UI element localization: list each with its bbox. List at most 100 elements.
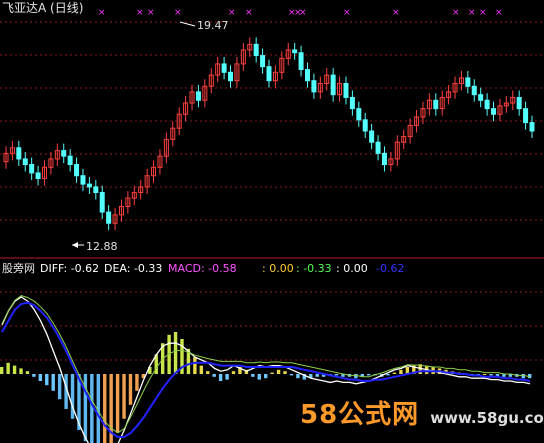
- macd-bar: [231, 371, 236, 374]
- candle-body: [298, 52, 304, 71]
- macd-bar: [264, 374, 268, 379]
- macd-bar: [193, 357, 197, 374]
- macd-bar: [218, 374, 223, 381]
- candle-body: [381, 152, 387, 166]
- signal-mark: ×: [392, 8, 400, 18]
- watermark-url: www.58gu.com: [430, 409, 544, 427]
- candle-body: [86, 183, 92, 188]
- candle-body: [529, 122, 535, 132]
- candle-body: [356, 108, 362, 121]
- watermark: 58公式网 www.58gu.com: [300, 394, 544, 431]
- macd-bar: [173, 332, 178, 374]
- high-price-label: 19.47: [197, 19, 229, 32]
- candle-body: [484, 99, 490, 110]
- macd-bar: [19, 368, 23, 374]
- macd-bar: [122, 374, 126, 419]
- candle-body: [433, 99, 439, 110]
- macd-bar: [489, 374, 493, 376]
- diff-value: DIFF: -0.62: [40, 262, 100, 275]
- candle-body: [491, 108, 497, 115]
- indicator-name: 股旁网: [2, 262, 35, 275]
- macd-bar: [12, 365, 17, 374]
- macd-bar: [482, 374, 487, 375]
- macd-bar: [283, 371, 287, 374]
- candle-body: [343, 82, 349, 98]
- candle-body: [523, 108, 529, 124]
- candle-body: [471, 85, 477, 96]
- macd-bar: [128, 374, 133, 405]
- candle-body: [80, 175, 86, 185]
- macd-bar: [70, 374, 75, 419]
- chart-title: 飞亚达A (日线): [2, 1, 84, 15]
- candle-body: [74, 164, 80, 177]
- candle-body: [260, 55, 266, 68]
- signal-mark: ×: [495, 8, 503, 18]
- macd-bar: [315, 374, 319, 377]
- signal-mark: ×: [228, 8, 236, 18]
- macd-bar: [270, 372, 274, 374]
- macd-value: MACD: -0.58: [168, 262, 237, 275]
- candle-body: [375, 141, 381, 154]
- macd-bar: [225, 374, 229, 380]
- candle-body: [228, 71, 234, 82]
- candle-body: [362, 119, 368, 132]
- macd-bar: [32, 374, 36, 377]
- candle-body: [266, 66, 272, 82]
- macd-bar: [399, 369, 403, 374]
- stock-chart-canvas[interactable]: [0, 0, 544, 443]
- macd-bar: [0, 367, 4, 374]
- candle-body: [16, 147, 22, 160]
- macd-bar: [199, 365, 204, 374]
- macd-bar: [257, 374, 261, 380]
- candle-body: [465, 77, 471, 87]
- candle-body: [311, 80, 317, 93]
- candle-body: [516, 96, 522, 110]
- low-arrow-icon: [72, 242, 78, 248]
- candle-body: [292, 49, 298, 54]
- high-pointer: [179, 21, 196, 27]
- macd-bar: [103, 374, 107, 443]
- candle-body: [349, 96, 355, 110]
- macd-bar: [206, 371, 210, 374]
- signal-mark: ×: [136, 8, 144, 18]
- signal-mark: ×: [343, 8, 351, 18]
- macd-bar: [38, 374, 43, 381]
- macd-bar: [115, 374, 120, 433]
- macd-bar: [521, 374, 525, 379]
- value-2: : -0.33: [296, 262, 332, 275]
- macd-bar: [25, 371, 30, 374]
- candle-body: [29, 164, 35, 174]
- candle-body: [22, 158, 28, 166]
- macd-bar: [51, 374, 55, 391]
- macd-bar: [392, 372, 397, 374]
- signal-mark: ×: [299, 8, 307, 18]
- macd-bar: [212, 374, 216, 377]
- macd-bar: [45, 374, 49, 386]
- macd-bar: [90, 374, 94, 443]
- candle-body: [35, 172, 41, 180]
- macd-bar: [289, 374, 294, 376]
- candle-body: [369, 130, 375, 143]
- macd-bar: [6, 362, 10, 374]
- candlestick-series: [3, 37, 535, 231]
- macd-bar: [135, 374, 139, 391]
- value-1: : 0.00: [262, 262, 294, 275]
- low-price-label: 12.88: [86, 240, 118, 253]
- macd-bar: [296, 374, 300, 379]
- dea-value: DEA: -0.33: [104, 262, 163, 275]
- candle-body: [478, 94, 484, 101]
- macd-bar: [251, 374, 255, 377]
- macd-bar: [334, 374, 339, 376]
- macd-bar: [57, 374, 62, 400]
- candle-body: [99, 191, 105, 213]
- candle-body: [304, 69, 310, 82]
- signal-mark: ×: [174, 8, 182, 18]
- candle-body: [195, 91, 201, 101]
- signal-mark: ×: [468, 8, 476, 18]
- signal-mark: ×: [147, 8, 155, 18]
- candle-body: [221, 63, 227, 73]
- candle-body: [106, 211, 112, 224]
- macd-bar: [276, 369, 281, 374]
- signal-mark: ×: [479, 8, 487, 18]
- candle-body: [67, 155, 73, 166]
